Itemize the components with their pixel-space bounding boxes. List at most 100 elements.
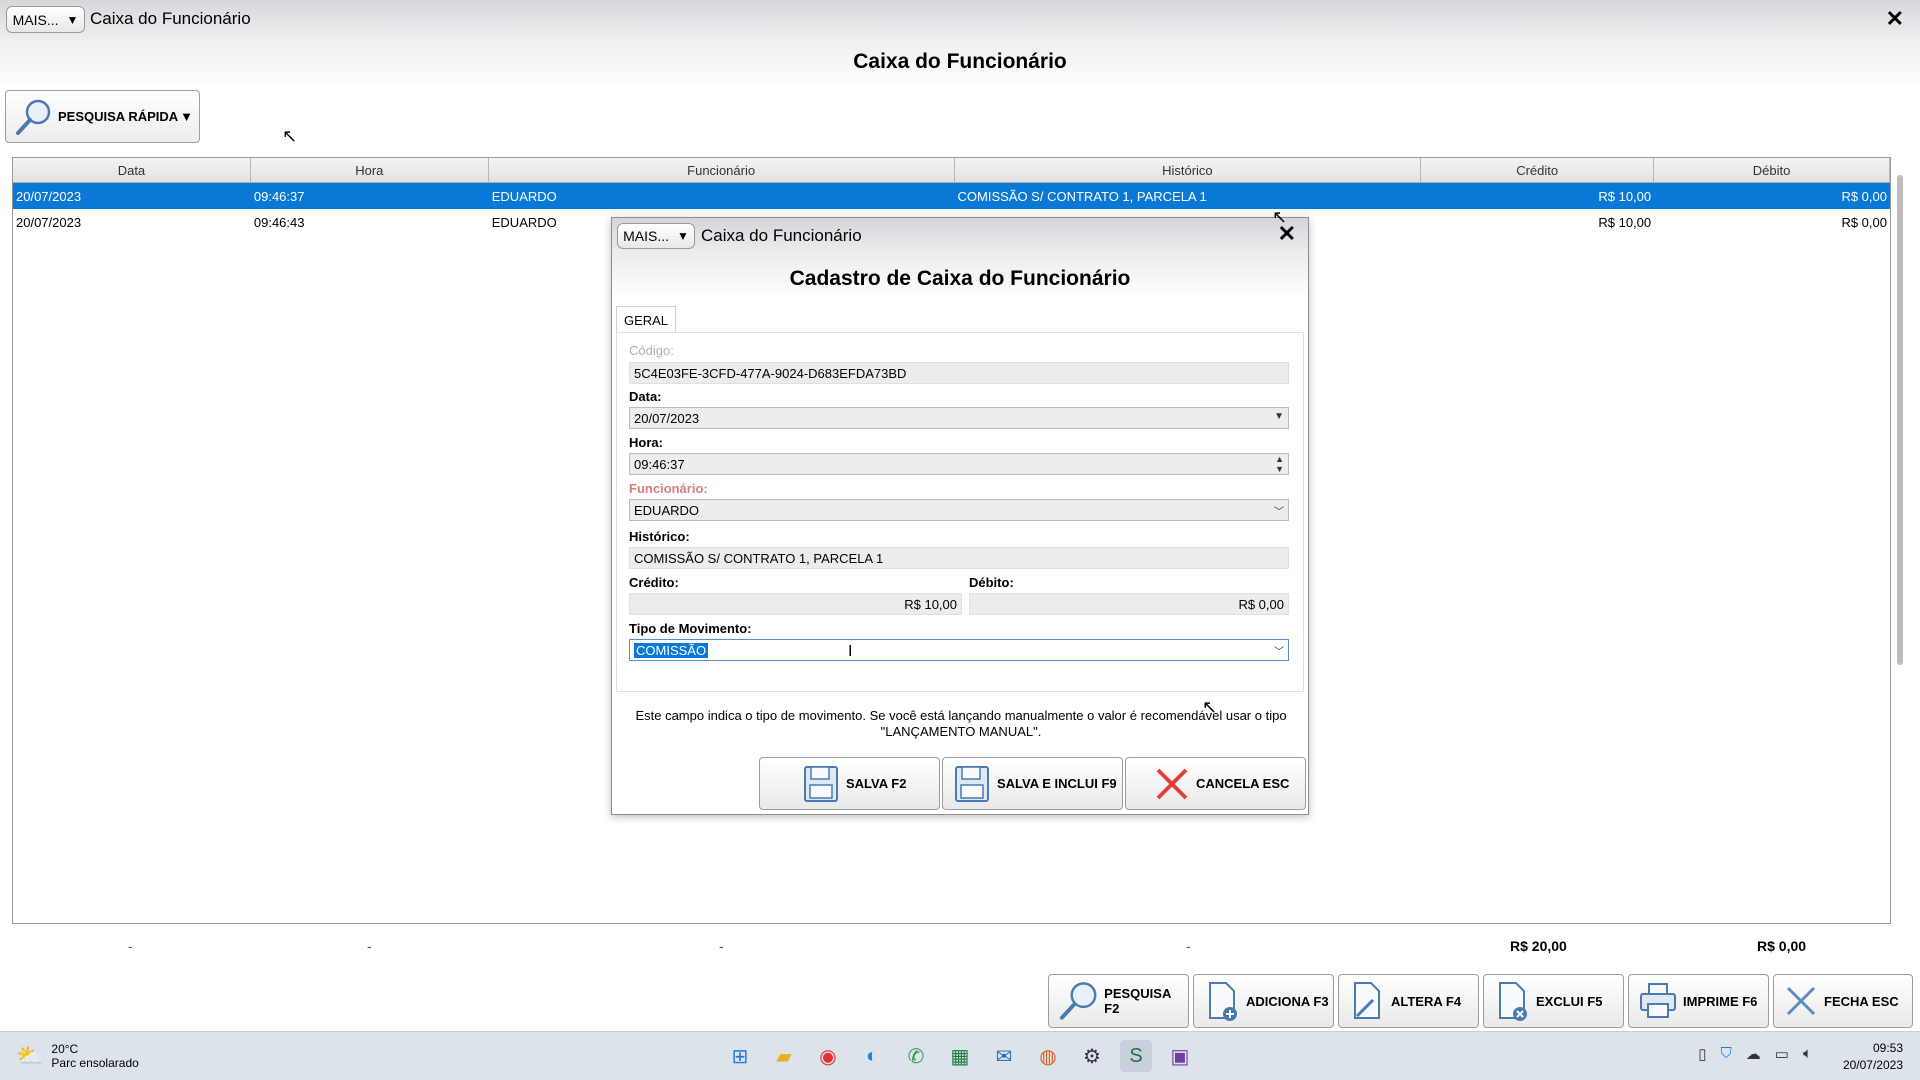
total-hora: -	[367, 938, 372, 954]
data-value: 20/07/2023	[634, 410, 700, 426]
historico-label: Histórico:	[629, 529, 690, 544]
data-date-picker[interactable]: 20/07/2023 ▼	[629, 407, 1289, 429]
settings-gear-icon[interactable]: ⚙	[1076, 1040, 1108, 1072]
adiciona-label: ADICIONA F3	[1246, 993, 1329, 1009]
mais-menu-button[interactable]: MAIS... ▼	[6, 6, 85, 33]
printer-icon	[1640, 983, 1676, 1018]
chevron-down-icon[interactable]: ﹀	[1274, 503, 1284, 518]
imprime-label: IMPRIME F6	[1683, 993, 1758, 1009]
fecha-button[interactable]: FECHA ESC	[1773, 974, 1913, 1028]
taskbar: ⛅ 20°C Parc ensolarado ⊞ ▰ ◉ ◐ ✆ ▦ ✉ ◍ ⚙…	[0, 1031, 1920, 1080]
funcionario-label: Funcionário:	[629, 481, 708, 496]
taskbar-clock[interactable]: 09:53 20/07/2023	[1843, 1040, 1903, 1074]
cancela-button[interactable]: CANCELA ESC	[1125, 757, 1306, 810]
edit-document-icon	[1354, 982, 1380, 1019]
tipo-movimento-select[interactable]: COMISSÃO ﹀	[629, 639, 1289, 661]
whatsapp-icon[interactable]: ✆	[900, 1040, 932, 1072]
cloud-icon[interactable]: ☁	[1746, 1045, 1761, 1063]
altera-button[interactable]: ALTERA F4	[1338, 974, 1479, 1028]
credito-label: Crédito:	[629, 575, 679, 590]
tipo-movimento-value: COMISSÃO	[634, 642, 709, 658]
tab-geral[interactable]: GERAL	[616, 306, 676, 333]
weather-desc: Parc ensolarado	[51, 1056, 139, 1070]
spreadsheet-icon[interactable]: ▦	[944, 1040, 976, 1072]
debito-value: R$ 0,00	[1238, 596, 1284, 612]
hora-value: 09:46:37	[634, 456, 685, 472]
text-cursor-icon: I	[848, 643, 853, 660]
firefox-icon[interactable]: ◍	[1032, 1040, 1064, 1072]
chevron-down-icon[interactable]: ﹀	[1274, 643, 1284, 658]
col-header-funcionario[interactable]: Funcionário	[489, 158, 955, 182]
chevron-down-icon[interactable]: ▼	[1274, 411, 1284, 422]
spinner-arrows-icon[interactable]: ▲ ▼	[1275, 454, 1284, 474]
col-header-historico[interactable]: Histórico	[955, 158, 1422, 182]
col-header-data[interactable]: Data	[13, 158, 251, 182]
quick-search-button[interactable]: PESQUISA RÁPIDA ▼	[5, 90, 200, 143]
caret-down-icon: ▼	[66, 12, 79, 27]
monitor-icon[interactable]: ▭	[1775, 1045, 1789, 1063]
clock-time: 09:53	[1872, 1041, 1903, 1055]
debito-label: Débito:	[969, 575, 1014, 590]
total-debito: R$ 0,00	[1757, 938, 1807, 954]
main-titlebar: MAIS... ▼ Caixa do Funcionário ✕	[0, 0, 1920, 40]
adiciona-button[interactable]: ADICIONA F3	[1193, 974, 1334, 1028]
table-row[interactable]: 20/07/2023 09:46:37 EDUARDO COMISSÃO S/ …	[13, 183, 1890, 209]
close-icon[interactable]: ✕	[1886, 6, 1904, 32]
taskbar-apps: ⊞ ▰ ◉ ◐ ✆ ▦ ✉ ◍ ⚙ S ▣	[724, 1040, 1196, 1072]
col-header-credito[interactable]: Crédito	[1421, 158, 1655, 182]
salva-inclui-button[interactable]: SALVA E INCLUI F9	[942, 757, 1123, 810]
mais-label: MAIS...	[12, 11, 59, 28]
cell-data: 20/07/2023	[16, 214, 82, 230]
codigo-value: 5C4E03FE-3CFD-477A-9024-D683EFDA73BD	[634, 365, 907, 381]
grid-scrollbar[interactable]	[1897, 175, 1903, 665]
cell-hora: 09:46:37	[253, 188, 305, 204]
caret-down-icon[interactable]: ▼	[180, 109, 193, 124]
exclui-button[interactable]: EXCLUI F5	[1483, 974, 1624, 1028]
windows-start-icon[interactable]: ⊞	[724, 1040, 756, 1072]
col-header-debito[interactable]: Débito	[1654, 158, 1890, 182]
cell-data: 20/07/2023	[16, 188, 82, 204]
total-funcionario: -	[719, 938, 724, 954]
mail-icon[interactable]: ✉	[988, 1040, 1020, 1072]
hora-time-spinner[interactable]: 09:46:37 ▲ ▼	[629, 453, 1289, 475]
page-title: Caixa do Funcionário	[853, 50, 1067, 73]
mouse-pointer-icon: ↖	[1272, 207, 1288, 227]
credito-input[interactable]: R$ 10,00	[629, 593, 962, 615]
usb-icon[interactable]: ▯	[1698, 1045, 1706, 1063]
app-s-icon[interactable]: S	[1120, 1040, 1152, 1072]
cell-historico: COMISSÃO S/ CONTRATO 1, PARCELA 1	[957, 188, 1207, 204]
historico-value: COMISSÃO S/ CONTRATO 1, PARCELA 1	[634, 550, 884, 566]
shield-icon[interactable]: ⛉	[1721, 1045, 1732, 1063]
salva-button[interactable]: SALVA F2	[759, 757, 940, 810]
dialog-window-title: Caixa do Funcionário	[701, 226, 862, 245]
file-explorer-icon[interactable]: ▰	[768, 1040, 800, 1072]
debito-input[interactable]: R$ 0,00	[969, 593, 1289, 615]
chrome-icon[interactable]: ◉	[812, 1040, 844, 1072]
dialog-mais-menu-button[interactable]: MAIS... ▼	[617, 223, 695, 249]
imprime-button[interactable]: IMPRIME F6	[1628, 974, 1769, 1028]
cell-funcionario: EDUARDO	[491, 188, 557, 204]
pesquisa-button[interactable]: PESQUISA F2	[1048, 974, 1189, 1028]
sun-cloud-icon: ⛅	[16, 1043, 44, 1068]
funcionario-select[interactable]: EDUARDO ﹀	[629, 499, 1289, 521]
system-tray: ▯ ⛉ ☁ ▭ 🔈︎	[1698, 1045, 1812, 1063]
mouse-pointer-icon: ↖	[282, 126, 298, 146]
media-app-icon[interactable]: ▣	[1164, 1040, 1196, 1072]
clock-date: 20/07/2023	[1842, 1058, 1903, 1072]
tipo-movimento-label: Tipo de Movimento:	[629, 621, 752, 636]
delete-document-icon	[1499, 982, 1527, 1021]
dialog-titlebar[interactable]: MAIS... ▼ Caixa do Funcionário ✕	[612, 218, 1308, 252]
credito-value: R$ 10,00	[904, 596, 957, 612]
cadastro-dialog: MAIS... ▼ Caixa do Funcionário ✕ Cadastr…	[611, 217, 1309, 815]
weather-widget[interactable]: ⛅ 20°C Parc ensolarado	[16, 1042, 139, 1070]
historico-input[interactable]: COMISSÃO S/ CONTRATO 1, PARCELA 1	[629, 547, 1289, 569]
edge-icon[interactable]: ◐	[856, 1040, 888, 1072]
codigo-field: 5C4E03FE-3CFD-477A-9024-D683EFDA73BD	[629, 362, 1289, 384]
hint-line-1: Este campo indica o tipo de movimento. S…	[635, 708, 1287, 723]
speaker-icon[interactable]: 🔈︎	[1803, 1045, 1812, 1063]
cell-debito: R$ 0,00	[1841, 188, 1887, 204]
col-header-hora[interactable]: Hora	[251, 158, 489, 182]
cancel-x-icon	[1156, 768, 1188, 799]
field-hint: Este campo indica o tipo de movimento. S…	[628, 708, 1294, 740]
mouse-pointer-icon: ↖	[1202, 697, 1218, 717]
